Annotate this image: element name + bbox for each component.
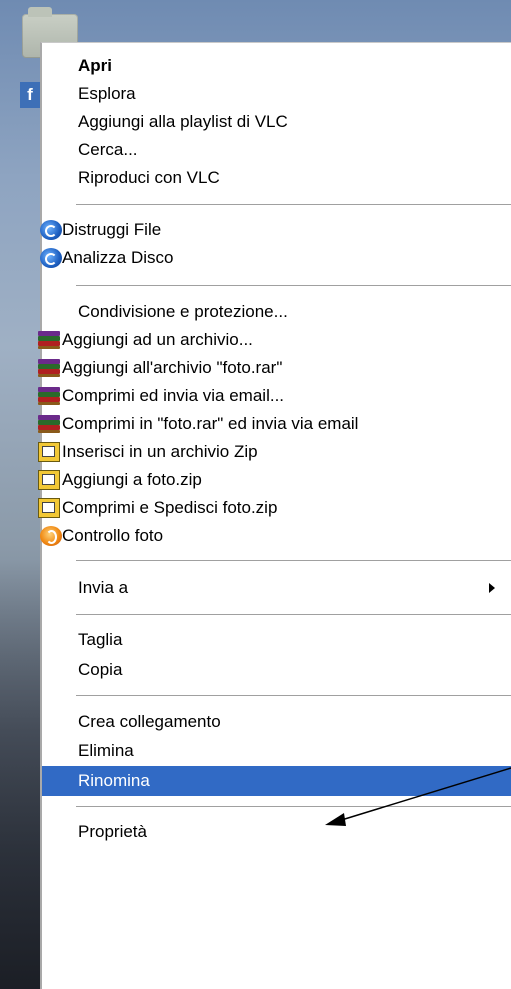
- annotation-arrow: [325, 767, 511, 826]
